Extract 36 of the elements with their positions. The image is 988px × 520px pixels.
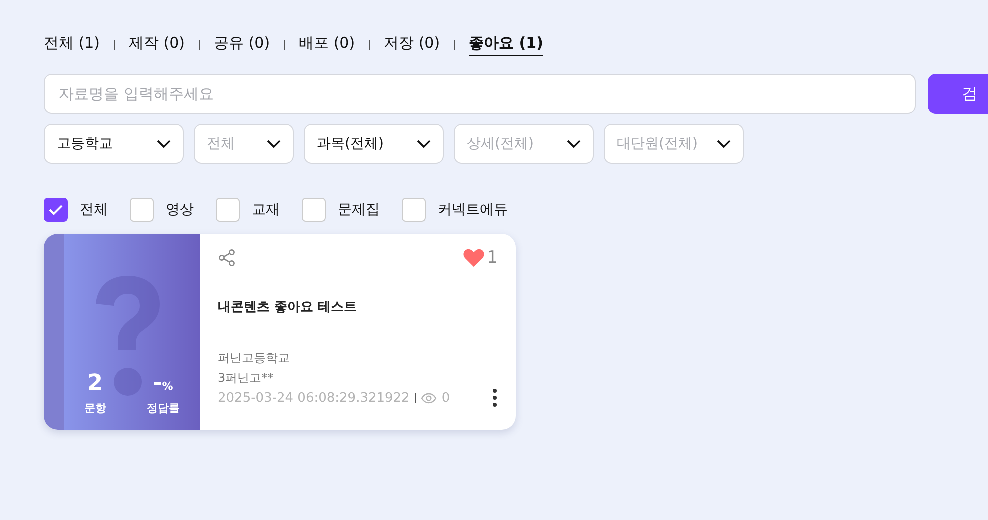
- tab[interactable]: 좋아요 (1): [469, 34, 544, 56]
- view-count: 0: [442, 390, 450, 406]
- tab[interactable]: 배포 (0): [299, 34, 356, 56]
- chevron-down-icon: [567, 140, 581, 148]
- checkbox-label: 문제집: [338, 201, 380, 219]
- checkbox[interactable]: [44, 198, 68, 222]
- checkbox-label: 전체: [80, 201, 108, 219]
- share-icon[interactable]: [218, 249, 236, 267]
- more-icon[interactable]: [492, 388, 498, 408]
- checkbox-label: 영상: [166, 201, 194, 219]
- tab[interactable]: 전체 (1): [44, 34, 100, 56]
- content-card[interactable]: 2 문항 -% 정답률 1 내콘텐츠 좋아요 테스트 퍼닌고등학교 3퍼닌고** 2025-03-24 06:08:29.321922 0: [44, 234, 516, 430]
- search-button[interactable]: 검: [928, 74, 988, 114]
- card-title: 내콘텐츠 좋아요 테스트: [218, 299, 358, 316]
- accuracy-rate: -%: [153, 373, 174, 395]
- check-icon: [49, 205, 63, 215]
- stat-label: 정답률: [146, 401, 180, 416]
- tab[interactable]: 공유 (0): [214, 34, 270, 56]
- chevron-down-icon: [157, 140, 171, 148]
- tab[interactable]: 제작 (0): [129, 34, 186, 56]
- search-field[interactable]: 자료명을 입력해주세요: [44, 74, 916, 114]
- like-count[interactable]: 1: [463, 248, 498, 268]
- chevron-down-icon: [717, 140, 731, 148]
- date-text: 2025-03-24 06:08:29.321922: [218, 390, 410, 406]
- author-name: 3퍼닌고**: [218, 370, 275, 387]
- checkbox-label: 교재: [252, 201, 280, 219]
- tab[interactable]: 저장 (0): [384, 34, 440, 56]
- dropdown[interactable]: 고등학교: [44, 124, 184, 164]
- chevron-down-icon: [267, 140, 281, 148]
- school-name: 퍼닌고등학교: [218, 350, 291, 367]
- question-count: 2: [88, 373, 103, 395]
- chevron-down-icon: [417, 140, 431, 148]
- eye-icon: [420, 392, 437, 404]
- checkbox-label: 커넥트에듀: [438, 201, 508, 219]
- dropdown[interactable]: 과목(전체): [304, 124, 444, 164]
- stat-label: 문항: [84, 401, 106, 416]
